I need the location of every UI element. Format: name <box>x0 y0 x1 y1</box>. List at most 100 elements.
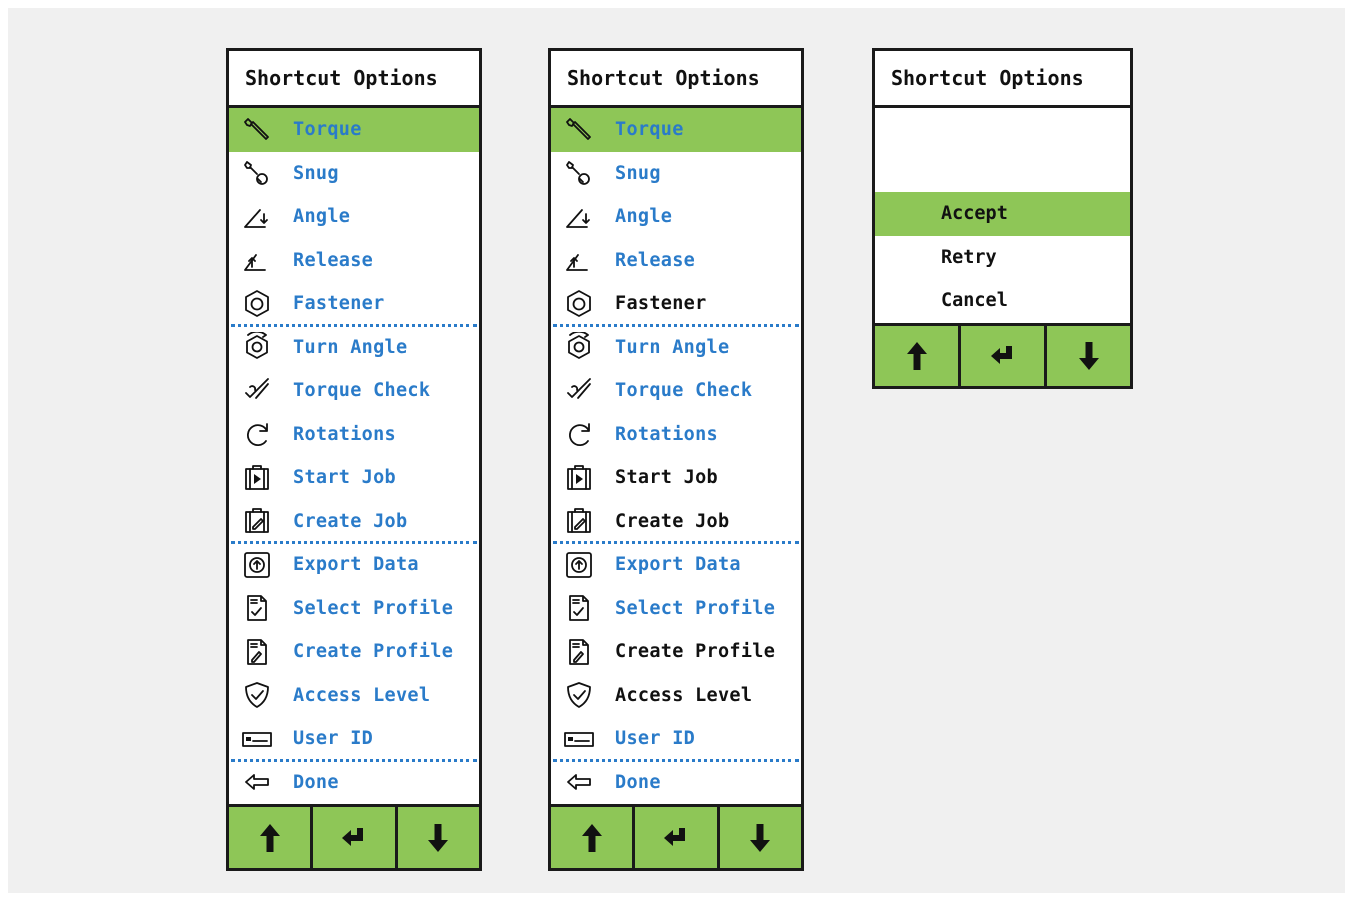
angle-icon <box>561 202 597 232</box>
shield-check-icon <box>561 680 597 710</box>
shortcut-item-access-level[interactable]: Access Level <box>229 674 479 718</box>
shortcut-item-label: Angle <box>293 206 351 228</box>
shortcut-item-label: User ID <box>615 728 696 750</box>
shortcut-item-label: Start Job <box>293 467 396 489</box>
shortcut-item-label: Release <box>293 249 374 271</box>
shortcut-item-label: Export Data <box>615 554 741 576</box>
shortcut-item-create-job[interactable]: Create Job <box>551 500 801 544</box>
shortcut-item-label: Access Level <box>293 684 431 706</box>
rotation-icon <box>561 419 597 449</box>
export-data-icon <box>561 550 597 580</box>
shortcut-item-label: Rotations <box>615 423 718 445</box>
dialog-option-accept[interactable]: Accept <box>875 192 1130 236</box>
shortcut-item-select-profile[interactable]: Select Profile <box>551 587 801 631</box>
shortcut-item-release[interactable]: Release <box>551 239 801 283</box>
shortcut-item-fastener[interactable]: Fastener <box>229 282 479 326</box>
enter-icon <box>341 827 363 846</box>
shortcut-item-angle[interactable]: Angle <box>229 195 479 239</box>
down-arrow-button[interactable] <box>398 807 479 868</box>
shortcut-item-snug[interactable]: Snug <box>551 152 801 196</box>
down-arrow-icon <box>750 823 771 852</box>
down-arrow-icon <box>1078 341 1099 370</box>
select-profile-icon <box>561 593 597 623</box>
shortcut-item-release[interactable]: Release <box>229 239 479 283</box>
torque-check-icon <box>561 376 597 406</box>
dialog-option-retry[interactable]: Retry <box>875 236 1130 280</box>
shortcut-item-label: Snug <box>293 162 339 184</box>
shortcut-item-label: Select Profile <box>293 597 454 619</box>
panel-title: Shortcut Options <box>551 51 801 108</box>
shortcut-item-access-level[interactable]: Access Level <box>551 674 801 718</box>
up-arrow-button[interactable] <box>229 807 314 868</box>
export-data-icon <box>239 550 275 580</box>
shortcut-item-label: Access Level <box>615 684 753 706</box>
down-arrow-button[interactable] <box>1047 326 1130 386</box>
shortcut-item-rotations[interactable]: Rotations <box>229 413 479 457</box>
down-arrow-icon <box>428 823 449 852</box>
shortcut-item-create-profile[interactable]: Create Profile <box>551 630 801 674</box>
shortcut-item-label: Snug <box>615 162 661 184</box>
release-angle-icon <box>239 245 275 275</box>
turn-nut-icon <box>239 332 275 362</box>
create-profile-icon <box>239 637 275 667</box>
dialog-title: Shortcut Options <box>875 51 1130 108</box>
snug-wrench-icon <box>561 158 597 188</box>
up-arrow-icon <box>259 823 280 852</box>
shortcut-item-angle[interactable]: Angle <box>551 195 801 239</box>
enter-button[interactable] <box>961 325 1047 386</box>
shortcut-item-start-job[interactable]: Start Job <box>551 456 801 500</box>
shortcut-item-label: Torque Check <box>293 380 431 402</box>
shortcut-item-snug[interactable]: Snug <box>229 152 479 196</box>
wrench-icon <box>561 115 597 145</box>
shortcut-item-torque-check[interactable]: Torque Check <box>551 369 801 413</box>
down-arrow-button[interactable] <box>720 807 801 868</box>
turn-nut-icon <box>561 332 597 362</box>
shortcut-item-export-data[interactable]: Export Data <box>229 543 479 587</box>
dialog-options: Accept Retry Cancel <box>875 192 1130 323</box>
enter-icon <box>663 827 685 846</box>
shortcut-item-rotations[interactable]: Rotations <box>551 413 801 457</box>
nav-bar <box>551 804 801 868</box>
dialog-blank-area <box>875 108 1130 192</box>
enter-button[interactable] <box>313 807 398 868</box>
wrench-icon <box>239 115 275 145</box>
shortcut-item-turn-angle[interactable]: Turn Angle <box>229 326 479 370</box>
up-arrow-icon <box>906 341 927 370</box>
enter-icon <box>990 345 1012 364</box>
shortcut-item-user-id[interactable]: User ID <box>551 717 801 761</box>
shortcut-options-panel-2: Shortcut Options Torque Snug Angle Release F… <box>548 48 804 871</box>
shortcut-item-label: Torque Check <box>615 380 753 402</box>
shortcut-item-label: Done <box>615 771 661 793</box>
back-arrow-icon <box>239 767 275 797</box>
shortcut-item-torque-check[interactable]: Torque Check <box>229 369 479 413</box>
up-arrow-button[interactable] <box>551 807 636 868</box>
shortcut-item-label: Select Profile <box>615 597 776 619</box>
enter-button[interactable] <box>635 807 720 868</box>
create-profile-icon <box>561 637 597 667</box>
shortcut-item-label: Export Data <box>293 554 419 576</box>
shortcut-item-label: Rotations <box>293 423 396 445</box>
shortcut-item-start-job[interactable]: Start Job <box>229 456 479 500</box>
shortcut-item-user-id[interactable]: User ID <box>229 717 479 761</box>
shortcut-item-export-data[interactable]: Export Data <box>551 543 801 587</box>
shortcut-item-label: Torque <box>615 119 684 141</box>
shortcut-item-select-profile[interactable]: Select Profile <box>229 587 479 631</box>
shortcut-item-label: Fastener <box>293 293 385 315</box>
shortcut-item-fastener[interactable]: Fastener <box>551 282 801 326</box>
back-arrow-icon <box>561 767 597 797</box>
shortcut-item-done[interactable]: Done <box>229 761 479 805</box>
shortcut-item-torque[interactable]: Torque <box>229 108 479 152</box>
shortcut-item-done[interactable]: Done <box>551 761 801 805</box>
shortcut-item-create-job[interactable]: Create Job <box>229 500 479 544</box>
start-job-icon <box>239 463 275 493</box>
start-job-icon <box>561 463 597 493</box>
up-arrow-button[interactable] <box>875 325 961 386</box>
shortcut-item-create-profile[interactable]: Create Profile <box>229 630 479 674</box>
shortcut-item-torque[interactable]: Torque <box>551 108 801 152</box>
create-job-icon <box>239 506 275 536</box>
angle-icon <box>239 202 275 232</box>
shortcut-item-turn-angle[interactable]: Turn Angle <box>551 326 801 370</box>
shortcut-item-label: Create Profile <box>293 641 454 663</box>
dialog-option-cancel[interactable]: Cancel <box>875 279 1130 323</box>
snug-wrench-icon <box>239 158 275 188</box>
